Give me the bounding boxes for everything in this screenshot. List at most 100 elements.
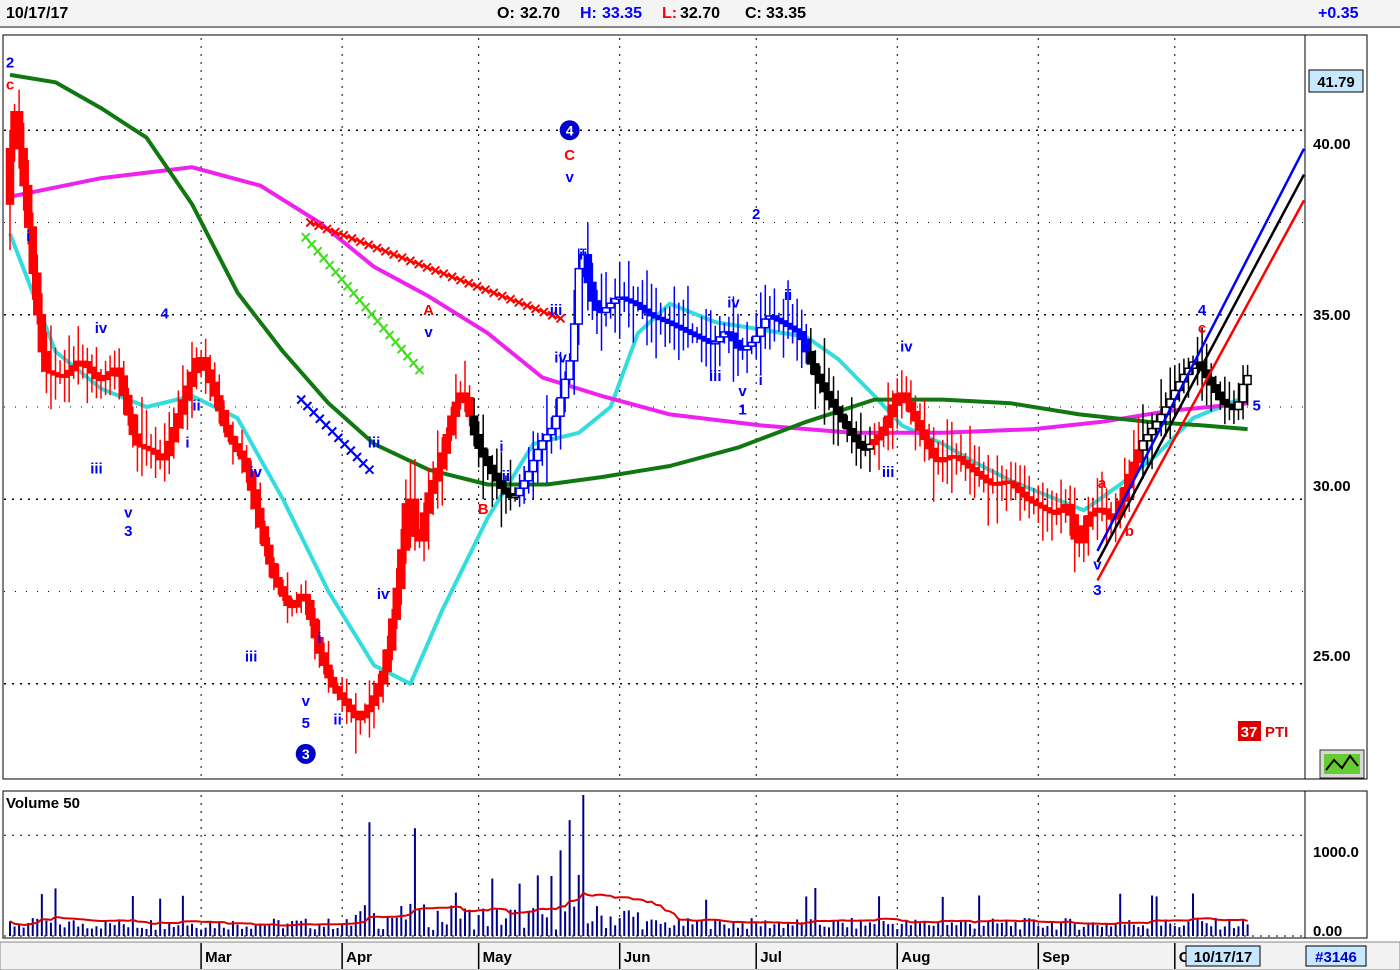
- volume-panel-frame: [2, 790, 1306, 939]
- candle-body: [551, 415, 561, 430]
- wave-label: iv: [249, 464, 262, 481]
- candle-body: [274, 576, 283, 588]
- wave-label: v: [565, 169, 574, 186]
- candle-body: [761, 318, 770, 329]
- candle-body: [1216, 391, 1225, 401]
- candle-body: [806, 350, 816, 365]
- candle-body: [1234, 401, 1243, 411]
- candle-body: [324, 664, 333, 679]
- candle-body: [369, 695, 379, 707]
- wave-label: iv: [377, 586, 390, 603]
- candle-body: [114, 367, 124, 377]
- wave-label: i: [499, 438, 503, 455]
- wave-label: iii: [90, 460, 103, 477]
- candle-body: [37, 314, 47, 353]
- candle-body: [883, 415, 893, 429]
- candle-body: [165, 440, 174, 457]
- candle-body: [133, 433, 142, 446]
- candle-body: [1070, 514, 1079, 540]
- wave-label: 4: [161, 305, 170, 322]
- candle-body: [124, 394, 133, 416]
- candle-body: [592, 300, 602, 311]
- wave-label: iii: [709, 368, 722, 385]
- wave-label: A: [423, 302, 434, 319]
- wave-label: 2: [752, 206, 760, 223]
- candle-body: [478, 447, 488, 458]
- candle-body: [483, 456, 492, 467]
- candle-body: [492, 472, 502, 482]
- candle-body: [501, 487, 511, 495]
- month-label: Apr: [346, 949, 372, 966]
- candle-body: [424, 492, 433, 514]
- chart-tool-icon[interactable]: [1319, 749, 1365, 779]
- candle-body: [260, 526, 270, 547]
- wave-label: ii: [502, 468, 510, 485]
- wave-label: ii: [192, 398, 200, 415]
- candle-body: [219, 409, 229, 427]
- candle-body: [829, 398, 838, 408]
- candle-body: [533, 448, 543, 462]
- candle-body: [337, 692, 347, 700]
- wave-label: i: [317, 630, 321, 647]
- wave-label: iv: [727, 294, 740, 311]
- candle-body: [201, 357, 210, 371]
- wave-label: 4: [1198, 302, 1207, 319]
- candle-body: [929, 447, 938, 459]
- candle-body: [169, 427, 179, 443]
- symbol-id: #3146: [1315, 949, 1357, 966]
- candle-body: [428, 480, 438, 494]
- candle-body: [915, 420, 925, 431]
- candle-body: [811, 363, 820, 376]
- candle-body: [833, 406, 843, 416]
- price-chart[interactable]: 2ciiviiiv34iiiiiiiviiiv5iiiivAviiiBiiiiv…: [0, 0, 1400, 970]
- volume-tick-0: 0.00: [1313, 923, 1342, 940]
- wave-label: iii: [882, 464, 895, 481]
- candle-body: [1143, 433, 1152, 442]
- candle-body: [465, 397, 474, 417]
- wave-label: v: [302, 693, 311, 710]
- candle-body: [401, 503, 411, 551]
- candle-body: [1079, 525, 1089, 544]
- candle-body: [852, 434, 861, 443]
- candle-body: [19, 147, 28, 187]
- pti-name: PTI: [1265, 724, 1288, 741]
- candle-body: [192, 357, 201, 374]
- candle-body: [119, 375, 128, 397]
- candle-body: [751, 335, 761, 344]
- candle-body: [347, 704, 356, 713]
- candle-body: [360, 710, 370, 719]
- candle-body: [588, 281, 597, 302]
- candle-body: [392, 587, 401, 620]
- volume-title: Volume 50: [6, 795, 80, 812]
- candle-body: [1147, 427, 1157, 436]
- candle-body: [1211, 384, 1220, 393]
- wave-label: i: [26, 228, 30, 245]
- wave-label: iii: [550, 302, 563, 319]
- current-date-label: 10/17/17: [1194, 949, 1252, 966]
- candle-body: [251, 489, 260, 510]
- candle-body: [438, 452, 447, 470]
- wave-label: c: [6, 77, 14, 94]
- candle-body: [187, 371, 197, 387]
- candle-body: [442, 433, 452, 454]
- candle-body: [488, 464, 497, 475]
- wave-label: iv: [95, 320, 108, 337]
- month-label: Sep: [1042, 949, 1070, 966]
- wave-label: 3: [124, 523, 132, 540]
- candle-body: [319, 652, 329, 667]
- last-price-label: 41.79: [1317, 74, 1355, 91]
- candle-body: [815, 373, 825, 384]
- candle-body: [351, 710, 361, 719]
- y-tick-35: 35.00: [1313, 307, 1351, 324]
- candle-body: [383, 649, 392, 673]
- month-label: May: [483, 949, 513, 966]
- candle-body: [924, 438, 934, 450]
- candle-body: [1152, 421, 1161, 430]
- month-label: Jul: [760, 949, 782, 966]
- candle-body: [23, 184, 33, 228]
- candle-body: [519, 480, 529, 489]
- month-label: Mar: [205, 949, 232, 966]
- candle-body: [14, 111, 24, 150]
- candle-body: [205, 369, 215, 384]
- y-tick-30: 30.00: [1313, 478, 1351, 495]
